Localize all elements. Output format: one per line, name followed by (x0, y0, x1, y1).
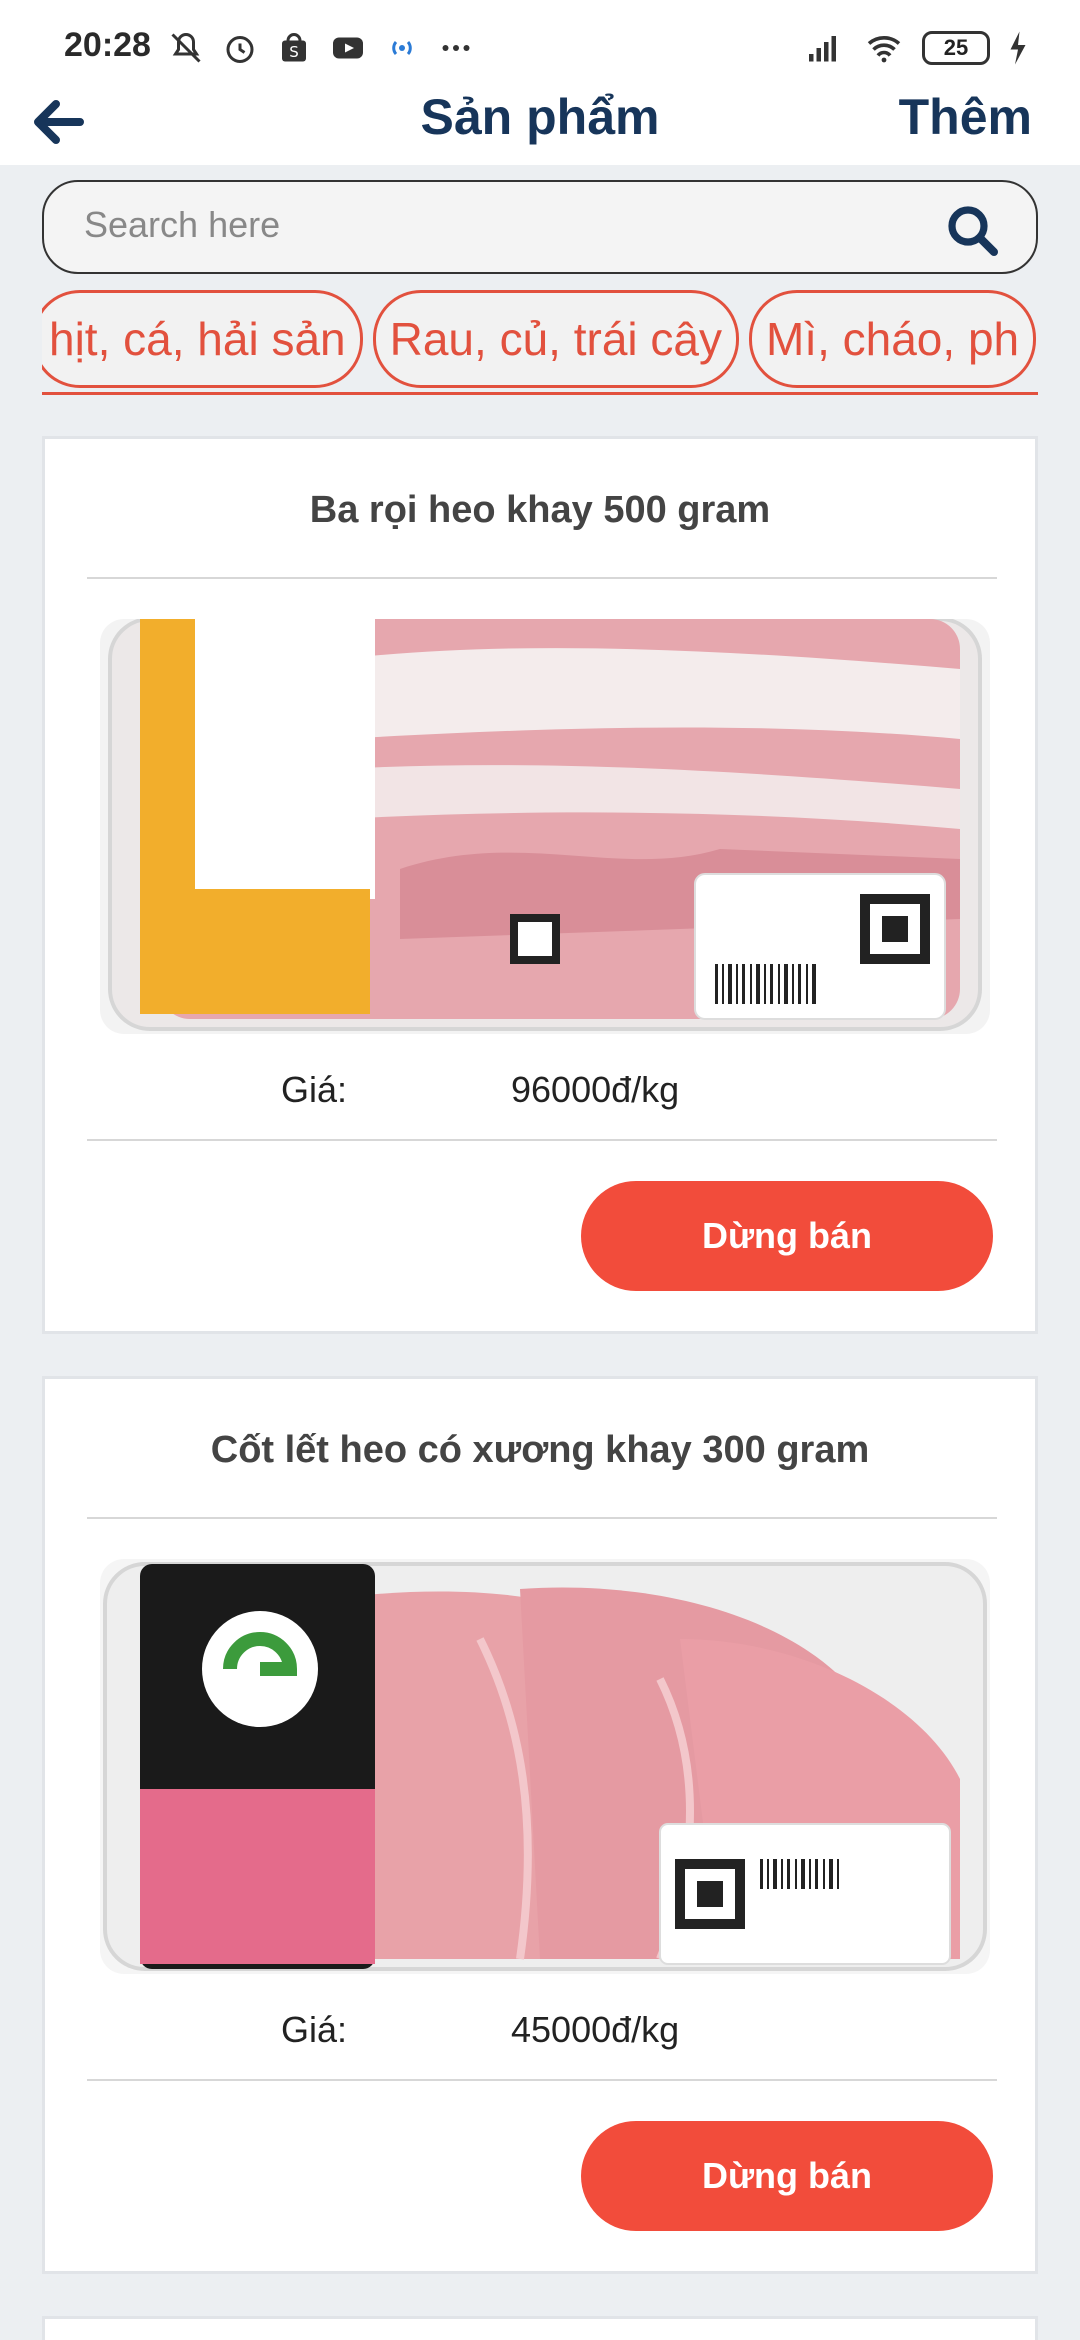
category-chip-label: hịt, cá, hải sản (49, 313, 346, 365)
shopee-icon: S (282, 33, 306, 62)
divider (87, 1517, 997, 1519)
search-icon[interactable] (946, 204, 998, 256)
product-card (42, 2316, 1038, 2340)
status-time: 20:28 (64, 26, 151, 64)
category-underline (42, 392, 1038, 395)
category-chip-label: Rau, củ, trái cây (389, 313, 722, 365)
category-chip[interactable]: Rau, củ, trái cây (372, 290, 739, 388)
product-image (100, 619, 990, 1034)
divider (87, 2079, 997, 2081)
signal-icon (809, 36, 836, 62)
search-bar[interactable]: Search here (42, 180, 1038, 274)
price-label: Giá: (281, 2009, 348, 2050)
hotspot-icon (392, 41, 412, 55)
category-chips: hịt, cá, hải sản Rau, củ, trái cây Mì, c… (42, 290, 1038, 390)
product-card: Ba rọi heo khay 500 gram Giá: 96000đ/kg … (42, 436, 1038, 1334)
product-name: Ba rọi heo khay 500 gram (309, 489, 771, 531)
alarm-icon (226, 36, 254, 63)
pork-belly-tray-image (100, 619, 990, 1034)
product-image (100, 1559, 990, 1974)
muted-bell-icon (171, 32, 201, 63)
youtube-icon (333, 37, 363, 59)
add-button[interactable]: Thêm (899, 88, 1032, 146)
price-value: 96000đ/kg (511, 1069, 680, 1110)
divider (87, 1139, 997, 1141)
top-bar: 20:28 S 25 Sản phẩm Thêm (0, 0, 1080, 165)
battery-level: 25 (943, 35, 969, 60)
divider (87, 577, 997, 579)
category-chip-label: Mì, cháo, ph (765, 313, 1020, 365)
status-bar: 20:28 S 25 (0, 0, 1080, 95)
battery-icon: 25 (922, 31, 990, 65)
pork-chop-tray-image (100, 1559, 990, 1974)
wifi-icon (867, 36, 901, 63)
product-card: Cốt lết heo có xương khay 300 gram Giá: … (42, 1376, 1038, 2274)
svg-text:S: S (289, 43, 299, 61)
category-chip[interactable]: hịt, cá, hải sản (42, 290, 363, 388)
price-label: Giá: (281, 1069, 348, 1110)
stop-selling-button[interactable]: Dừng bán (581, 1181, 993, 1291)
stop-selling-button[interactable]: Dừng bán (581, 2121, 993, 2231)
product-name: Cốt lết heo có xương khay 300 gram (210, 1429, 870, 1471)
charging-icon (1010, 31, 1026, 65)
search-input[interactable]: Search here (84, 204, 280, 246)
category-chip[interactable]: Mì, cháo, ph (748, 290, 1037, 388)
status-icons-left: S (168, 30, 474, 66)
price-value: 45000đ/kg (511, 2009, 680, 2050)
more-dots-icon (442, 45, 470, 51)
status-icons-right: 25 (802, 30, 1030, 66)
